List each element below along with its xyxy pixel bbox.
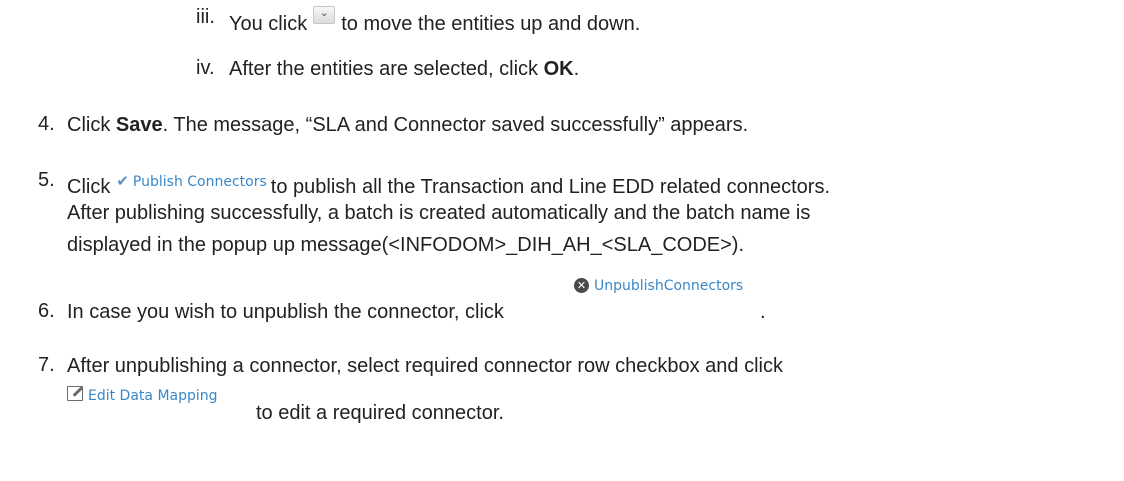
step-4-number: 4. [38, 113, 55, 135]
step-7-number: 7. [38, 354, 55, 376]
step-7-line1: After unpublishing a connector, select r… [67, 355, 783, 377]
chevron-down-icon: ⌄ [319, 6, 329, 19]
publish-connectors-button[interactable]: ✔ Publish Connectors [116, 172, 267, 190]
check-icon: ✔ [116, 172, 129, 190]
step-4-text: Click Save. The message, “SLA and Connec… [67, 113, 748, 137]
step-5-line2: After publishing successfully, a batch i… [67, 202, 811, 224]
step-iv-text: After the entities are selected, click O… [229, 57, 579, 81]
step-7-after: to edit a required connector. [256, 402, 504, 424]
save-label: Save [115, 114, 163, 136]
step-6-text: In case you wish to unpublish the connec… [67, 301, 504, 323]
step-iii-before: You click [229, 13, 308, 35]
step-5-number: 5. [38, 169, 55, 191]
step-iii-text: You click ⌄ to move the entities up and do… [229, 6, 640, 36]
circle-x-icon: ✕ [574, 278, 589, 293]
step-iv-after: . [573, 58, 580, 80]
unpublish-connectors-label: UnpublishConnectors [594, 278, 744, 294]
step-iv-number: iv. [196, 57, 215, 79]
step-4-after: . The message, “SLA and Connector saved … [162, 114, 749, 136]
step-5-before: Click [67, 176, 111, 198]
edit-data-mapping-button[interactable]: Edit Data Mapping [67, 386, 218, 404]
step-5-line1: Click ✔ Publish Connectors to publish all t… [67, 169, 830, 199]
step-iii-after: to move the entities up and down. [341, 13, 641, 35]
move-down-button[interactable]: ⌄ [313, 6, 336, 24]
step-4-before: Click [67, 114, 111, 136]
step-5-line3: displayed in the popup up message(<INFOD… [67, 234, 745, 256]
step-iv-before: After the entities are selected, click [229, 58, 539, 80]
edit-icon [67, 386, 84, 401]
unpublish-connectors-button[interactable]: ✕ UnpublishConnectors [574, 278, 743, 294]
publish-connectors-label: Publish Connectors [132, 174, 267, 190]
edit-data-mapping-label: Edit Data Mapping [88, 388, 218, 404]
step-6-number: 6. [38, 300, 55, 322]
ok-label: OK [543, 58, 574, 80]
step-iii-number: iii. [196, 6, 215, 28]
step-6-after: . [760, 301, 766, 323]
step-5-after: to publish all the Transaction and Line … [270, 176, 830, 198]
